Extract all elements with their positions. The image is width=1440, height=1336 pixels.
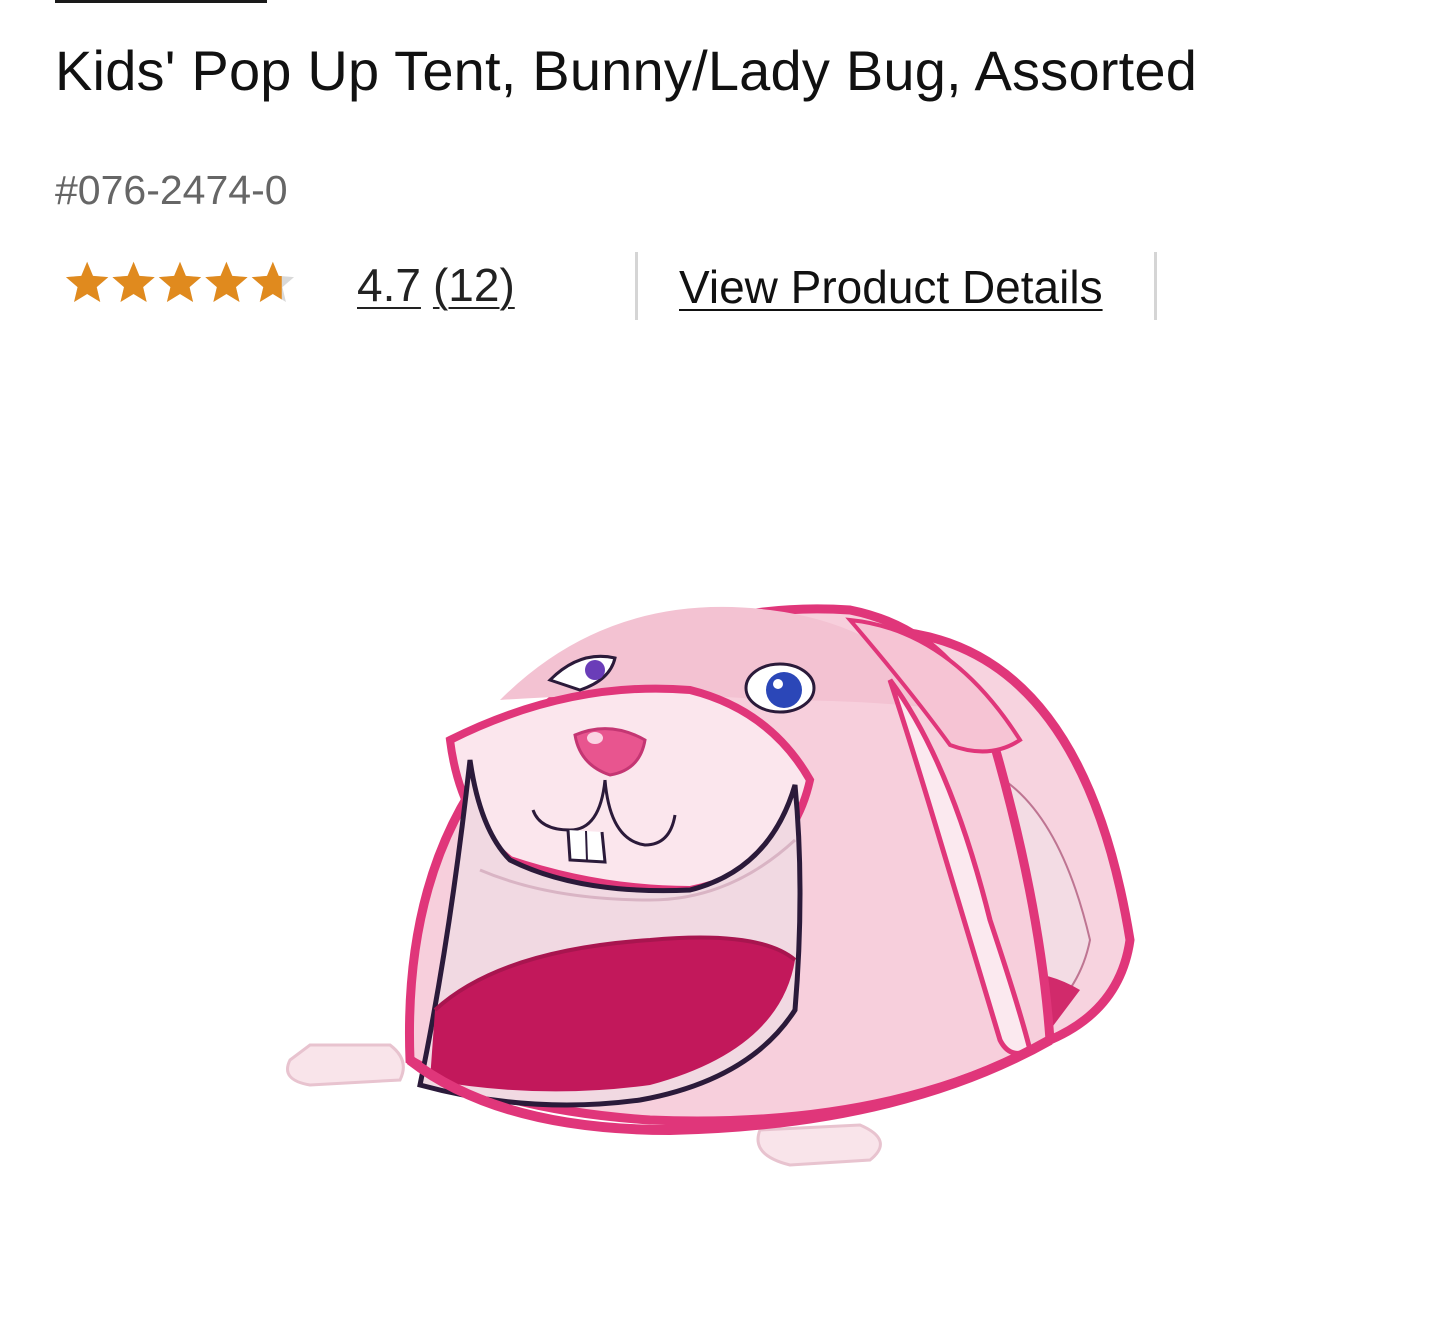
bunny-tent-image <box>286 604 1135 1167</box>
separator <box>635 252 638 320</box>
view-product-details-link[interactable]: View Product Details <box>679 260 1103 314</box>
top-divider <box>55 0 267 3</box>
separator <box>1154 252 1157 320</box>
star-filled-icon <box>205 261 248 303</box>
star-filled-icon <box>65 261 109 303</box>
rating-link[interactable]: 4.7 (12) <box>357 258 515 312</box>
item-number: #076-2474-0 <box>55 167 288 213</box>
product-title: Kids' Pop Up Tent, Bunny/Lady Bug, Assor… <box>55 39 1198 102</box>
star-filled-icon <box>158 261 202 303</box>
star-rating-icon[interactable] <box>55 258 305 310</box>
rating-row: 4.7 (12) View Product Details <box>55 252 1355 322</box>
star-filled-icon <box>112 261 155 303</box>
rating-value: 4.7 <box>357 259 421 311</box>
review-count: (12) <box>432 259 515 311</box>
